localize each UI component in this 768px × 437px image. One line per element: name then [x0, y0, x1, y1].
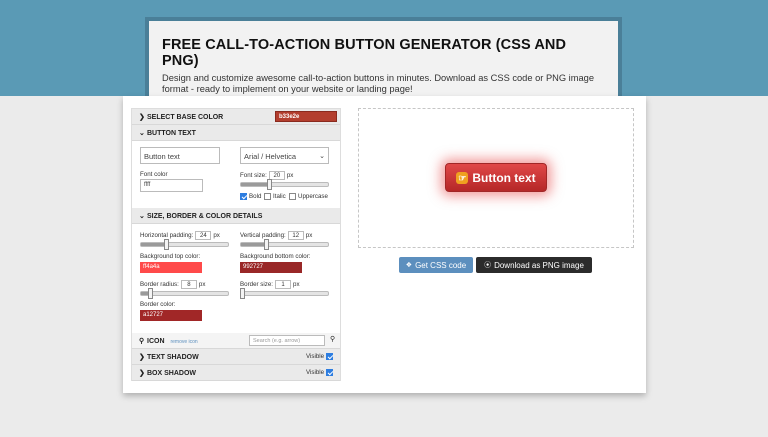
h-padding-row: Horizontal padding: 24 px: [140, 231, 220, 240]
chevron-right-icon: ❯: [139, 114, 145, 121]
text-shadow-visible-checkbox[interactable]: Visible: [306, 353, 334, 360]
border-size-label: Border size:: [240, 281, 274, 288]
chevron-down-icon: ⌄: [139, 130, 145, 137]
border-size-input[interactable]: 1: [275, 280, 292, 289]
section-label: BUTTON TEXT: [147, 130, 196, 137]
preview-button[interactable]: ☞ Button text: [445, 163, 547, 192]
chevron-right-icon: ❯: [139, 354, 145, 361]
slider-handle[interactable]: [164, 239, 170, 250]
font-size-slider[interactable]: [240, 179, 329, 190]
slider-handle[interactable]: [266, 179, 272, 190]
box-shadow-visible-checkbox[interactable]: Visible: [306, 369, 334, 376]
button-label: Get CSS code: [415, 260, 467, 270]
base-color-input[interactable]: b33e2e: [275, 111, 337, 122]
uppercase-checkbox[interactable]: Uppercase: [289, 193, 328, 200]
border-color-input[interactable]: a12727: [140, 310, 202, 321]
italic-checkbox[interactable]: Italic: [264, 193, 286, 200]
section-base-color[interactable]: ❯ SELECT BASE COLOR b33e2e: [132, 109, 340, 125]
radius-slider[interactable]: [140, 288, 229, 299]
slider-fill: [241, 183, 270, 186]
section-label: ICON: [147, 338, 165, 345]
font-color-input[interactable]: ffff: [140, 179, 203, 192]
slider-handle[interactable]: [148, 288, 154, 299]
section-label: TEXT SHADOW: [147, 354, 199, 361]
v-padding-slider[interactable]: [240, 239, 329, 250]
section-label: BOX SHADOW: [147, 370, 196, 377]
remove-icon-link[interactable]: remove icon: [170, 339, 197, 345]
checkbox-label: Bold: [249, 193, 262, 200]
radius-input[interactable]: 8: [180, 280, 197, 289]
button-text-input[interactable]: Button text: [140, 147, 220, 164]
font-size-label: Font size:: [240, 172, 267, 179]
checkbox-checked-icon[interactable]: [240, 193, 247, 200]
page-subtitle: Design and customize awesome call-to-act…: [162, 73, 594, 94]
chevron-down-icon: ⌄: [319, 153, 325, 160]
h-padding-input[interactable]: 24: [195, 231, 212, 240]
search-icon[interactable]: ⚲: [330, 335, 335, 343]
v-padding-label: Vertical padding:: [240, 232, 286, 239]
checkbox-checked-icon[interactable]: [326, 369, 334, 376]
slider-handle[interactable]: [264, 239, 270, 250]
font-family-value: Arial / Helvetica: [244, 152, 297, 161]
chevron-down-icon: ⌄: [139, 213, 145, 220]
unit-label: px: [213, 232, 220, 239]
chevron-right-icon: ❯: [139, 370, 145, 377]
preview-button-label: Button text: [472, 170, 536, 185]
font-color-label: Font color: [140, 171, 168, 178]
checkbox-icon[interactable]: [289, 193, 296, 200]
page-title: FREE CALL-TO-ACTION BUTTON GENERATOR (CS…: [162, 37, 567, 69]
unit-label: px: [305, 232, 313, 239]
bg-top-label: Background top color:: [140, 253, 201, 260]
h-padding-slider[interactable]: [140, 239, 229, 250]
unit-label: px: [198, 281, 206, 288]
border-size-slider[interactable]: [239, 288, 329, 299]
radius-label: Border radius:: [140, 281, 179, 288]
v-padding-input[interactable]: 12: [287, 231, 304, 240]
section-size-border[interactable]: ⌄ SIZE, BORDER & COLOR DETAILS: [132, 208, 340, 224]
download-icon: ⦿: [484, 262, 492, 269]
section-label: SIZE, BORDER & COLOR DETAILS: [147, 213, 263, 220]
section-button-text[interactable]: ⌄ BUTTON TEXT: [132, 125, 340, 141]
header-box: FREE CALL-TO-ACTION BUTTON GENERATOR (CS…: [145, 17, 622, 96]
settings-panel: ❯ SELECT BASE COLOR b33e2e ⌄ BUTTON TEXT B…: [131, 108, 341, 381]
checkbox-checked-icon[interactable]: [326, 353, 334, 360]
unit-label: px: [293, 281, 300, 288]
icon-search-input[interactable]: Search (e.g. arrow): [249, 335, 325, 346]
checkbox-label: Italic: [273, 193, 286, 200]
button-label: Download as PNG image: [494, 260, 584, 270]
v-padding-row: Vertical padding: 12 px: [240, 231, 312, 240]
search-icon: ⚲: [139, 338, 145, 345]
font-size-unit: px: [286, 172, 294, 179]
bold-checkbox[interactable]: Bold: [240, 193, 261, 200]
checkbox-label: Visible: [306, 369, 325, 376]
checkbox-label: Uppercase: [298, 193, 328, 200]
checkbox-label: Visible: [306, 353, 325, 360]
download-png-button[interactable]: ⦿ Download as PNG image: [476, 257, 592, 273]
code-icon: ❖: [405, 262, 413, 269]
h-padding-label: Horizontal padding:: [140, 232, 194, 239]
border-size-row: Border size: 1 px: [240, 280, 300, 289]
section-label: SELECT BASE COLOR: [147, 114, 224, 121]
font-family-select[interactable]: Arial / Helvetica ⌄: [240, 147, 329, 164]
bg-bottom-color-input[interactable]: 992727: [240, 262, 302, 273]
bg-bottom-label: Background bottom color:: [240, 253, 311, 260]
checkbox-icon[interactable]: [264, 193, 271, 200]
get-css-code-button[interactable]: ❖ Get CSS code: [399, 257, 473, 273]
hand-icon: ☞: [456, 171, 469, 184]
slider-handle[interactable]: [239, 288, 245, 299]
border-color-label: Border color:: [140, 301, 176, 308]
bg-top-color-input[interactable]: ff4a4a: [140, 262, 202, 273]
